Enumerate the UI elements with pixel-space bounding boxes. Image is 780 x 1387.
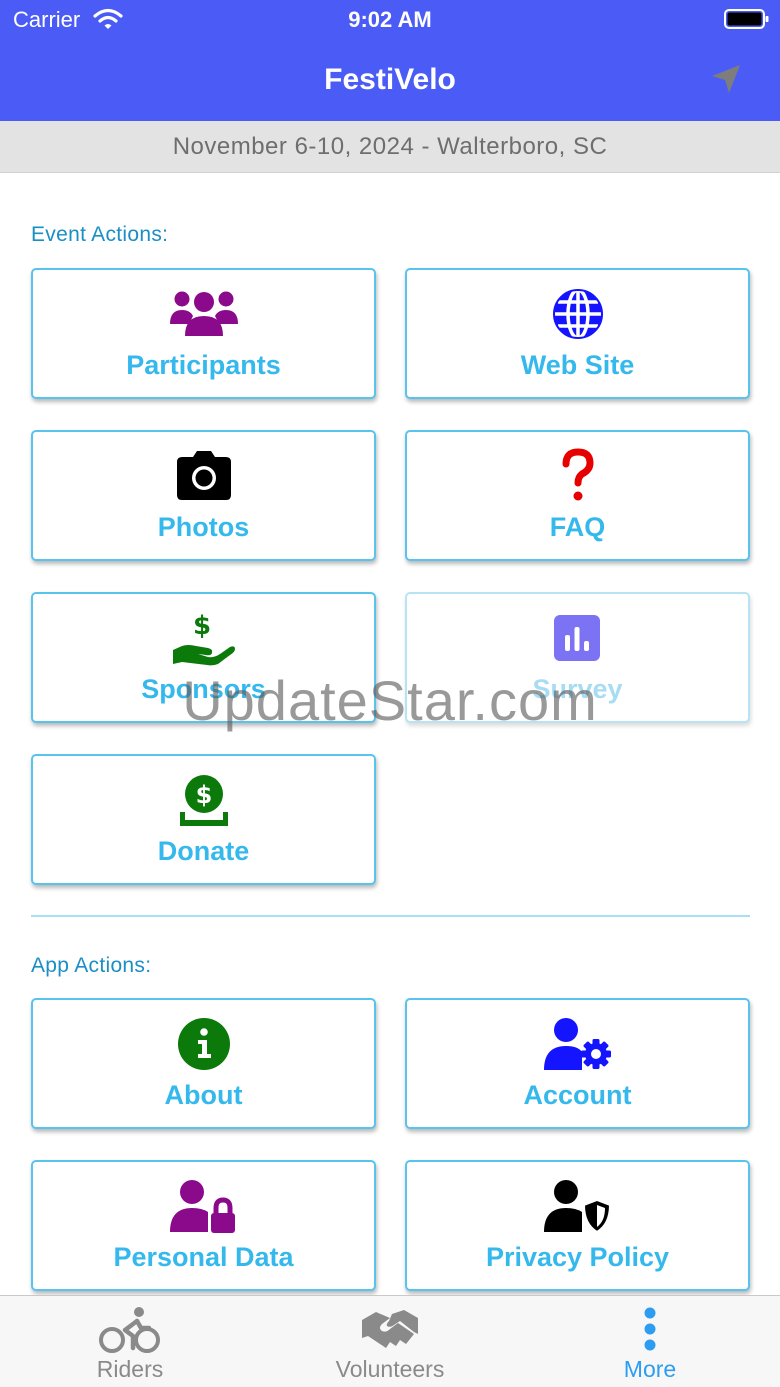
personal-data-label: Personal Data: [113, 1242, 294, 1272]
donate-button[interactable]: $ Donate: [31, 754, 376, 885]
camera-icon: [164, 448, 244, 504]
participants-label: Participants: [126, 350, 281, 380]
tab-more-label: More: [623, 1356, 677, 1382]
photos-button[interactable]: Photos: [31, 430, 376, 561]
event-actions-heading: Event Actions:: [31, 223, 169, 246]
account-label: Account: [523, 1080, 632, 1110]
personal-data-button[interactable]: Personal Data: [31, 1160, 376, 1291]
tab-volunteers[interactable]: Volunteers: [260, 1296, 520, 1387]
user-gear-icon: [538, 1016, 618, 1072]
bicycle-rider-icon: [99, 1304, 161, 1354]
section-divider: [31, 915, 750, 917]
tab-bar: Riders Volunteers More: [0, 1295, 780, 1387]
globe-icon: [538, 286, 618, 342]
location-arrow-icon: [708, 61, 744, 102]
about-button[interactable]: About: [31, 998, 376, 1129]
svg-text:$: $: [192, 611, 210, 641]
account-button[interactable]: Account: [405, 998, 750, 1129]
status-time: 9:02 AM: [348, 7, 432, 32]
donate-label: Donate: [157, 836, 250, 866]
coin-dollar-icon: $: [164, 772, 244, 828]
survey-button[interactable]: Survey: [405, 592, 750, 723]
tab-riders[interactable]: Riders: [0, 1296, 260, 1387]
survey-label: Survey: [532, 674, 623, 704]
photos-label: Photos: [157, 512, 250, 542]
website-label: Web Site: [520, 350, 635, 380]
faq-label: FAQ: [549, 512, 606, 542]
sponsors-button[interactable]: $ Sponsors: [31, 592, 376, 723]
handshake-icon: [360, 1304, 420, 1354]
app-header: Carrier 9:02 AM FestiVelo: [0, 0, 780, 121]
user-lock-icon: [164, 1178, 244, 1234]
question-mark-icon: [538, 448, 618, 504]
battery-icon: [724, 8, 770, 35]
users-icon: [164, 286, 244, 342]
tab-volunteers-label: Volunteers: [335, 1356, 445, 1382]
more-dots-icon: [640, 1304, 660, 1354]
event-info-banner: November 6-10, 2024 - Walterboro, SC: [0, 121, 780, 173]
sponsors-label: Sponsors: [141, 674, 266, 704]
tab-riders-label: Riders: [96, 1356, 164, 1382]
faq-button[interactable]: FAQ: [405, 430, 750, 561]
app-actions-heading: App Actions:: [31, 954, 152, 977]
website-button[interactable]: Web Site: [405, 268, 750, 399]
poll-chart-icon: [538, 610, 618, 666]
hand-dollar-icon: $: [164, 610, 244, 666]
about-label: About: [164, 1080, 243, 1110]
privacy-policy-button[interactable]: Privacy Policy: [405, 1160, 750, 1291]
tab-more[interactable]: More: [520, 1296, 780, 1387]
privacy-policy-label: Privacy Policy: [485, 1242, 670, 1272]
user-shield-icon: [538, 1178, 618, 1234]
location-button[interactable]: [705, 60, 747, 102]
svg-text:$: $: [195, 781, 212, 809]
participants-button[interactable]: Participants: [31, 268, 376, 399]
info-circle-icon: [164, 1016, 244, 1072]
nav-title: FestiVelo: [324, 63, 456, 96]
